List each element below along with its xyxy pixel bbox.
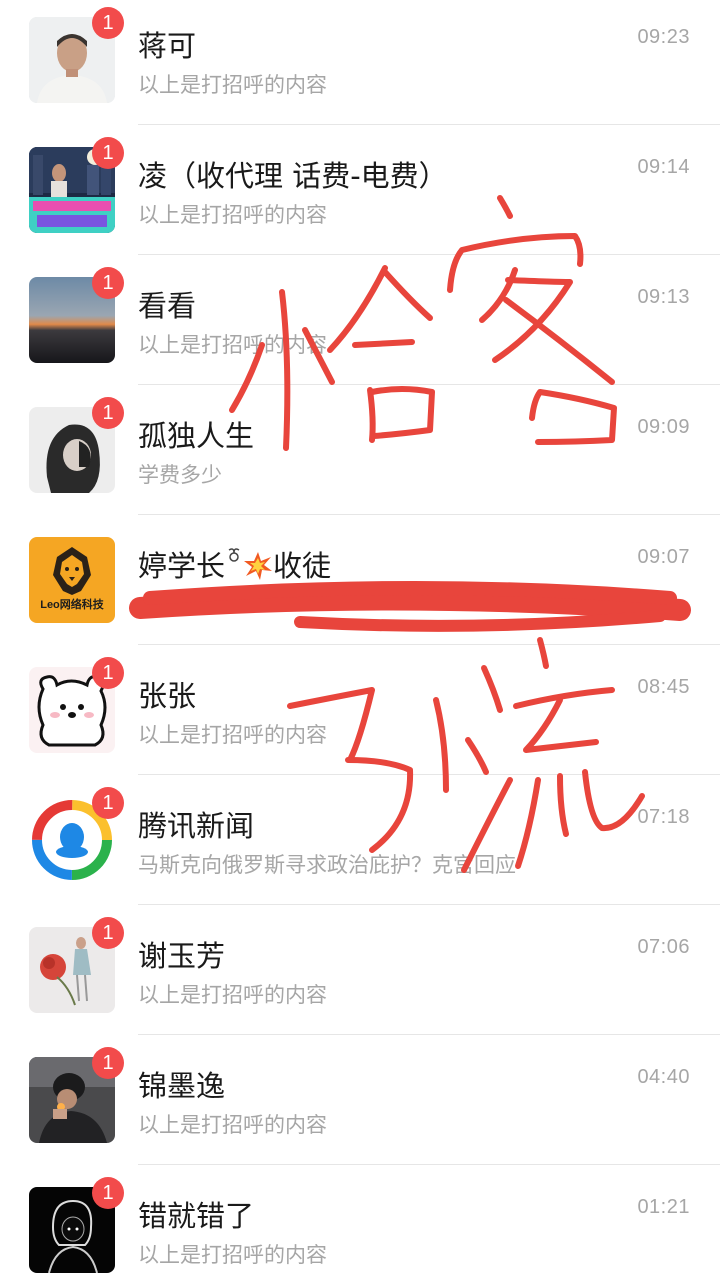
chat-row[interactable]: 1 张张 以上是打招呼的内容 08:45 (0, 645, 720, 775)
chat-preview: 学费多少 (138, 463, 222, 487)
chat-name-main: 婷学长 (138, 549, 226, 583)
chat-time: 07:06 (637, 936, 690, 958)
chat-list: 1 蒋可 以上是打招呼的内容 09:23 1 凌（收代理 话费-电费） 以上是打… (0, 0, 720, 1275)
chat-name-suffix: 收徒 (273, 549, 332, 583)
chat-row[interactable]: 1 看看 以上是打招呼的内容 09:13 (0, 255, 720, 385)
chat-name: 错就错了 (138, 1199, 255, 1233)
chat-preview: 以上是打招呼的内容 (138, 983, 327, 1007)
chat-time: 09:09 (637, 416, 690, 438)
chat-time: 09:23 (637, 26, 690, 48)
chat-name: 张张 (138, 679, 197, 713)
chat-name: 孤独人生 (138, 419, 255, 453)
chat-preview: 以上是打招呼的内容 (138, 73, 327, 97)
explosion-icon (244, 552, 273, 580)
unread-badge: 1 (92, 137, 124, 169)
chat-time: 09:14 (637, 156, 690, 178)
chat-row[interactable]: 1 腾讯新闻 马斯克向俄罗斯寻求政治庇护？克宫回应 07:18 (0, 775, 720, 905)
lion-logo-avatar[interactable]: Leo网络科技 (29, 537, 115, 623)
unread-badge: 1 (92, 787, 124, 819)
chat-time: 04:40 (637, 1066, 690, 1088)
unread-badge: 1 (92, 267, 124, 299)
unread-badge: 1 (92, 7, 124, 39)
bow-icon (228, 548, 240, 562)
chat-time: 01:21 (637, 1196, 690, 1218)
chat-preview: 以上是打招呼的内容 (138, 333, 327, 357)
logo-text: Leo网络科技 (40, 597, 105, 611)
chat-row[interactable]: 1 蒋可 以上是打招呼的内容 09:23 (0, 0, 720, 125)
chat-preview: 以上是打招呼的内容 (138, 1113, 327, 1137)
chat-time: 08:45 (637, 676, 690, 698)
chat-name: 婷学长 收徒 (138, 543, 331, 585)
chat-list-screen: 1 蒋可 以上是打招呼的内容 09:23 1 凌（收代理 话费-电费） 以上是打… (0, 0, 720, 1275)
chat-name: 凌（收代理 话费-电费） (138, 159, 448, 193)
unread-badge: 1 (92, 1047, 124, 1079)
chat-name: 谢玉芳 (138, 939, 226, 973)
chat-preview: 马斯克向俄罗斯寻求政治庇护？克宫回应 (138, 853, 516, 877)
chat-row[interactable]: Leo网络科技 婷学长 收徒 09:07 (0, 515, 720, 645)
chat-preview: 以上是打招呼的内容 (138, 1243, 327, 1267)
unread-badge: 1 (92, 1177, 124, 1209)
chat-name: 蒋可 (138, 29, 197, 63)
chat-row[interactable]: 1 凌（收代理 话费-电费） 以上是打招呼的内容 09:14 (0, 125, 720, 255)
unread-badge: 1 (92, 657, 124, 689)
chat-name: 看看 (138, 289, 197, 323)
chat-time: 07:18 (637, 806, 690, 828)
chat-preview: 以上是打招呼的内容 (138, 723, 327, 747)
unread-badge: 1 (92, 397, 124, 429)
chat-row[interactable]: 1 锦墨逸 以上是打招呼的内容 04:40 (0, 1035, 720, 1165)
chat-row[interactable]: 1 谢玉芳 以上是打招呼的内容 07:06 (0, 905, 720, 1035)
unread-badge: 1 (92, 917, 124, 949)
chat-name: 腾讯新闻 (138, 809, 255, 843)
chat-time: 09:13 (637, 286, 690, 308)
chat-time: 09:07 (637, 546, 690, 568)
chat-name: 锦墨逸 (138, 1069, 226, 1103)
chat-row[interactable]: 1 错就错了 以上是打招呼的内容 01:21 (0, 1165, 720, 1275)
chat-row[interactable]: 1 孤独人生 学费多少 09:09 (0, 385, 720, 515)
chat-preview: 以上是打招呼的内容 (138, 203, 327, 227)
